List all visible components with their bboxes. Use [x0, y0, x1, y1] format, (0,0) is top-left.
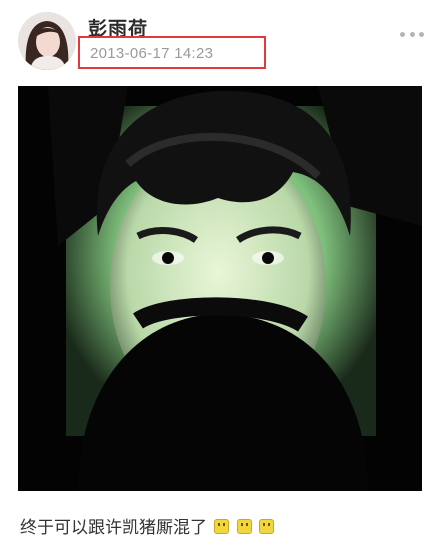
- dot: [400, 31, 405, 37]
- caption-text: 终于可以跟许凯猪厮混了: [20, 518, 207, 538]
- post-photo[interactable]: [18, 86, 422, 491]
- grinning-face-icon: [259, 519, 275, 534]
- post-timestamp: 2013-06-17 14:23: [90, 45, 214, 62]
- dot: [419, 31, 424, 37]
- post-caption: 终于可以跟许凯猪厮混了: [20, 513, 275, 538]
- grinning-face-icon: [214, 519, 230, 534]
- grinning-face-icon: [236, 519, 252, 534]
- dot: [409, 31, 415, 37]
- more-options-icon[interactable]: [400, 30, 424, 38]
- timestamp-highlight-box: 2013-06-17 14:23: [78, 36, 266, 69]
- author-avatar[interactable]: [18, 12, 76, 70]
